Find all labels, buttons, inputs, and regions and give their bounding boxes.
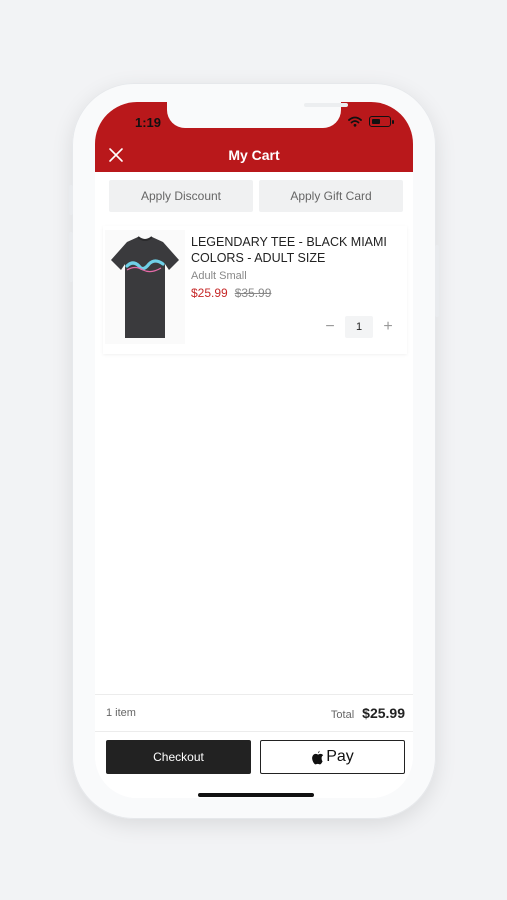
discount-actions: Apply Discount Apply Gift Card [109, 180, 403, 212]
cart-footer: 1 item Total $25.99 Checkout Pay [95, 694, 413, 798]
apple-logo-icon [312, 750, 324, 764]
speaker [304, 103, 348, 107]
phone-side-button [69, 232, 73, 282]
apply-gift-card-button[interactable]: Apply Gift Card [259, 180, 403, 212]
total: Total $25.99 [331, 705, 405, 721]
minus-icon[interactable]: − [321, 318, 339, 336]
item-count: 1 item [106, 707, 136, 719]
cart-summary: 1 item Total $25.99 [106, 705, 405, 721]
quantity-stepper: − 1 + [321, 316, 397, 338]
quantity-value[interactable]: 1 [345, 316, 373, 338]
apple-pay-button[interactable]: Pay [260, 740, 405, 774]
wifi-icon [348, 116, 362, 127]
divider [95, 731, 413, 732]
battery-icon [369, 116, 394, 127]
home-indicator [198, 793, 314, 797]
notch [167, 102, 348, 128]
original-price: $35.99 [234, 286, 272, 300]
product-thumbnail[interactable] [105, 230, 185, 344]
status-time: 1:19 [135, 115, 162, 130]
sale-price: $25.99 [191, 286, 228, 300]
checkout-button[interactable]: Checkout [106, 740, 251, 774]
price-row: $25.99 $35.99 [191, 286, 271, 300]
page-title: My Cart [228, 147, 280, 163]
total-value: $25.99 [362, 705, 405, 721]
phone-side-button [435, 245, 439, 317]
cart-item: LEGENDARY TEE - BLACK MIAMI COLORS - ADU… [103, 226, 407, 354]
app-header: 1:19 My Cart [95, 102, 413, 172]
apple-pay-label: Pay [326, 748, 354, 765]
status-icons [348, 116, 394, 127]
apply-discount-button[interactable]: Apply Discount [109, 180, 253, 212]
phone-side-button [69, 185, 73, 215]
total-label: Total [330, 709, 355, 721]
app-screen: 1:19 My Cart Apply Discount Apply Gift C… [95, 102, 413, 798]
product-name[interactable]: LEGENDARY TEE - BLACK MIAMI COLORS - ADU… [191, 234, 401, 266]
plus-icon[interactable]: + [379, 318, 397, 336]
product-variant: Adult Small [191, 270, 247, 282]
